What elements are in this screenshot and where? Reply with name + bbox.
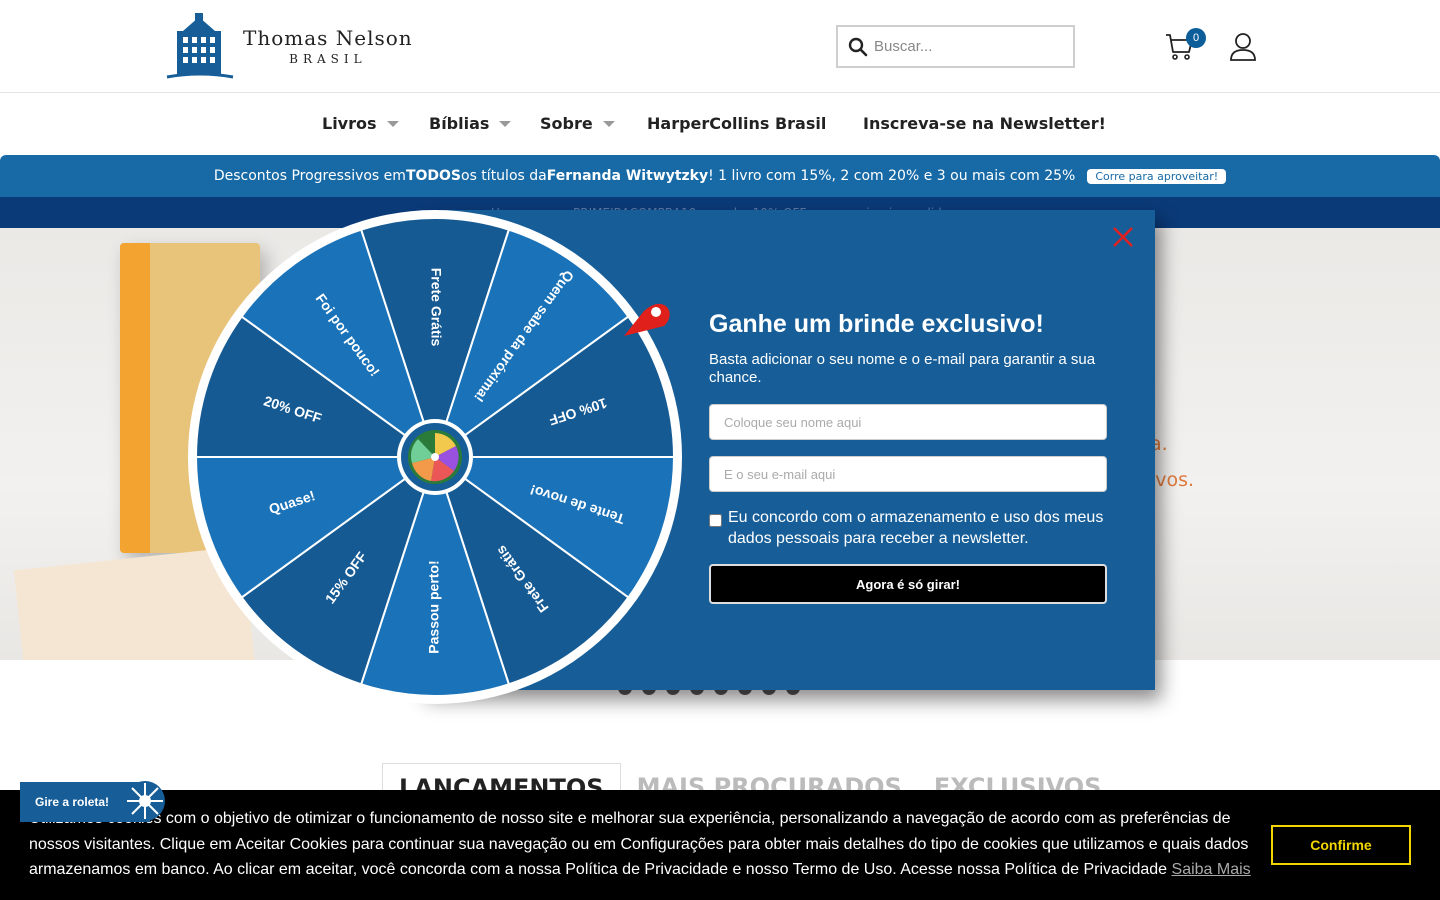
chevron-down-icon	[499, 120, 512, 127]
cart-count-badge: 0	[1186, 28, 1206, 48]
cookie-text: Utilizamos cookies com o objetivo de oti…	[29, 810, 1251, 878]
prize-wheel[interactable]: Frete Grátis Quem sabe da próxima!10% OFF…	[186, 208, 684, 706]
cookie-banner: Utilizamos cookies com o objetivo de oti…	[0, 790, 1440, 900]
nav-item-livros[interactable]: Livros	[322, 114, 399, 133]
nav-item-harpercollins[interactable]: HarperCollins Brasil	[647, 114, 826, 133]
search-icon[interactable]	[848, 37, 868, 57]
name-input[interactable]	[709, 404, 1107, 440]
chevron-down-icon	[602, 120, 615, 127]
hero-book-spine	[120, 243, 150, 553]
hero-text-line: ivos.	[1150, 469, 1195, 491]
search-input[interactable]	[874, 38, 1064, 55]
cookie-confirm-button[interactable]: Confirme	[1271, 825, 1411, 865]
logo[interactable]: Thomas Nelson BRASIL	[165, 12, 415, 80]
building-logo-icon	[166, 13, 234, 79]
wheel-segment-label: Frete Grátis	[428, 268, 444, 347]
promo-cta-button[interactable]: Corre para aproveitar!	[1087, 168, 1227, 184]
nav-item-newsletter[interactable]: Inscreva-se na Newsletter!	[863, 114, 1106, 133]
wheel-segment-label: Passou perto!	[426, 560, 442, 653]
nav-item-sobre[interactable]: Sobre	[540, 114, 615, 133]
main-nav: Livros Bíblias Sobre HarperCollins Brasi…	[0, 93, 1440, 155]
close-icon[interactable]	[1110, 224, 1136, 250]
promo-banner[interactable]: Descontos Progressivos em TODOS os títul…	[0, 155, 1440, 197]
consent-label: Eu concordo com o armazenamento e uso do…	[728, 509, 1104, 547]
chevron-down-icon	[386, 120, 399, 127]
consent-checkbox[interactable]	[709, 514, 722, 527]
email-input[interactable]	[709, 456, 1107, 492]
logo-subtitle: BRASIL	[289, 52, 367, 66]
logo-title: Thomas Nelson	[243, 26, 413, 50]
site-header: Thomas Nelson BRASIL 0	[0, 0, 1440, 93]
mini-wheel-icon[interactable]	[124, 780, 166, 822]
popup-subtitle: Basta adicionar o seu nome e o e-mail pa…	[709, 351, 1096, 386]
spin-button[interactable]: Agora é só girar!	[709, 564, 1107, 604]
learn-more-link[interactable]: Saiba Mais	[1172, 861, 1251, 878]
wheel-hub-icon	[408, 430, 462, 484]
popup-title: Ganhe um brinde exclusivo!	[709, 310, 1044, 338]
search-box[interactable]	[836, 25, 1075, 68]
nav-item-biblias[interactable]: Bíblias	[429, 114, 512, 133]
user-account-icon[interactable]	[1230, 32, 1256, 62]
